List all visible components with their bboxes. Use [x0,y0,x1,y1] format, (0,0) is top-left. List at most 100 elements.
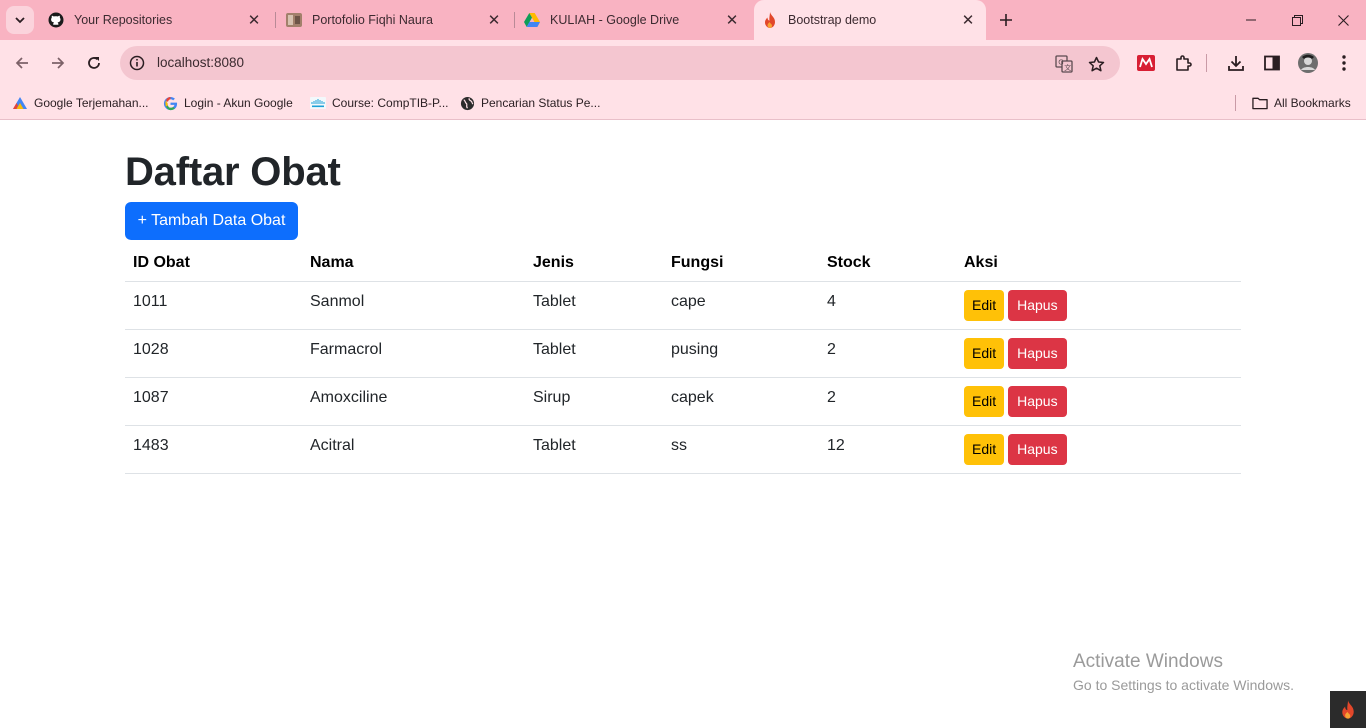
profile-avatar-button[interactable] [1297,52,1319,74]
edit-button[interactable]: Edit [964,289,1005,321]
bookmark-google-terjemahan[interactable]: Google Terjemahan... [12,92,149,114]
cell-fungsi: pusing [663,329,819,378]
delete-button[interactable]: Hapus [1008,337,1067,369]
taskbar-app-button[interactable] [1330,691,1366,728]
info-icon[interactable] [129,55,145,71]
minimize-icon [1246,19,1256,21]
column-header-id: ID Obat [125,245,302,282]
cell-id: 1011 [125,281,302,330]
column-header-aksi: Aksi [956,245,1241,282]
cisco-icon [310,95,326,111]
table-row: 1028 Farmacrol Tablet pusing 2 Edit Hapus [125,329,1241,378]
folder-icon [1252,95,1268,111]
puzzle-icon [1176,55,1192,71]
cell-aksi: Edit Hapus [956,329,1241,378]
edit-button[interactable]: Edit [964,385,1005,417]
browser-menu-button[interactable] [1333,52,1355,74]
cell-jenis: Tablet [525,329,663,378]
tab-your-repositories[interactable]: Your Repositories ✕ [40,0,272,40]
bookmarks-divider [1235,95,1236,111]
cell-fungsi: ss [663,425,819,474]
table-row: 1011 Sanmol Tablet cape 4 Edit Hapus [125,281,1241,330]
tab-title: Your Repositories [74,13,173,27]
restore-button[interactable] [1274,0,1320,40]
cell-stock: 2 [819,377,956,426]
svg-text:文: 文 [1064,63,1071,72]
tab-title: Bootstrap demo [788,13,877,27]
browser-toolbar: localhost:8080 G文 [0,40,1366,86]
cell-nama: Acitral [302,425,525,474]
delete-button[interactable]: Hapus [1008,433,1067,465]
tab-kuliah-drive[interactable]: KULIAH - Google Drive ✕ [516,0,750,40]
bookmarks-bar: Google Terjemahan... Login - Akun Google… [0,86,1366,120]
minimize-button[interactable] [1228,0,1274,40]
forward-button[interactable] [44,49,72,77]
cell-id: 1483 [125,425,302,474]
bookmark-label: Google Terjemahan... [34,96,149,110]
all-bookmarks-label: All Bookmarks [1274,96,1351,110]
add-medicine-button[interactable]: + Tambah Data Obat [125,202,298,240]
watermark-title: Activate Windows [1073,651,1223,672]
edit-button[interactable]: Edit [964,433,1005,465]
more-vertical-icon [1342,55,1346,71]
cell-aksi: Edit Hapus [956,425,1241,474]
page-content: Daftar Obat + Tambah Data Obat ID Obat N… [0,121,1366,728]
delete-button[interactable]: Hapus [1008,289,1067,321]
translate-page-button[interactable]: G文 [1054,54,1074,74]
cell-fungsi: capek [663,377,819,426]
tab-bootstrap-demo[interactable]: Bootstrap demo ✕ [754,0,986,40]
delete-button[interactable]: Hapus [1008,385,1067,417]
reload-icon [88,57,100,69]
column-header-jenis: Jenis [525,245,663,282]
cell-nama: Farmacrol [302,329,525,378]
bookmark-label: Course: CompTIB-P... [332,96,449,110]
watermark-subtitle: Go to Settings to activate Windows. [1073,677,1294,693]
cell-stock: 12 [819,425,956,474]
new-tab-button[interactable] [994,8,1018,32]
bookmark-course-comptib[interactable]: Course: CompTIB-P... [310,92,448,114]
close-icon[interactable]: ✕ [958,10,978,30]
toolbar-divider [1206,54,1207,72]
close-icon[interactable]: ✕ [722,10,742,30]
tab-strip: Your Repositories ✕ Portofolio Fiqhi Nau… [0,0,1366,40]
cell-id: 1028 [125,329,302,378]
image-thumbnail-icon [286,12,302,28]
all-bookmarks-button[interactable]: All Bookmarks [1252,92,1351,114]
column-header-stock: Stock [819,245,956,282]
edit-button[interactable]: Edit [964,337,1005,369]
close-window-button[interactable] [1320,0,1366,40]
bookmark-label: Pencarian Status Pe... [481,96,601,110]
extensions-button[interactable] [1172,52,1194,74]
downloads-button[interactable] [1225,52,1247,74]
bookmark-login-akun-google[interactable]: Login - Akun Google [162,92,293,114]
tab-separator [275,12,276,28]
bookmark-pencarian-status[interactable]: Pencarian Status Pe... [459,92,600,114]
mendeley-icon [1137,55,1155,71]
translate-icon: G文 [1055,55,1073,73]
address-url[interactable]: localhost:8080 [157,55,244,70]
cell-jenis: Tablet [525,425,663,474]
cell-aksi: Edit Hapus [956,377,1241,426]
medicine-table: ID Obat Nama Jenis Fungsi Stock Aksi 101… [125,245,1241,474]
google-drive-icon [524,12,540,28]
column-header-fungsi: Fungsi [663,245,819,282]
tab-search-button[interactable] [6,6,34,34]
side-panel-button[interactable] [1261,52,1283,74]
cell-fungsi: cape [663,281,819,330]
tab-title: Portofolio Fiqhi Naura [312,13,433,27]
chevron-down-icon [15,17,25,24]
page-title: Daftar Obat [125,150,341,194]
cell-stock: 4 [819,281,956,330]
close-icon[interactable]: ✕ [484,10,504,30]
tab-portofolio[interactable]: Portofolio Fiqhi Naura ✕ [278,0,512,40]
back-button[interactable] [8,49,36,77]
globe-icon [459,95,475,111]
close-icon[interactable]: ✕ [244,10,264,30]
bookmark-star-button[interactable] [1086,54,1106,74]
reload-button[interactable] [80,49,108,77]
address-bar[interactable]: localhost:8080 G文 [120,46,1120,80]
table-row: 1483 Acitral Tablet ss 12 Edit Hapus [125,425,1241,474]
extension-mendeley-button[interactable] [1135,52,1157,74]
arrow-right-icon [52,57,65,69]
github-icon [48,12,64,28]
